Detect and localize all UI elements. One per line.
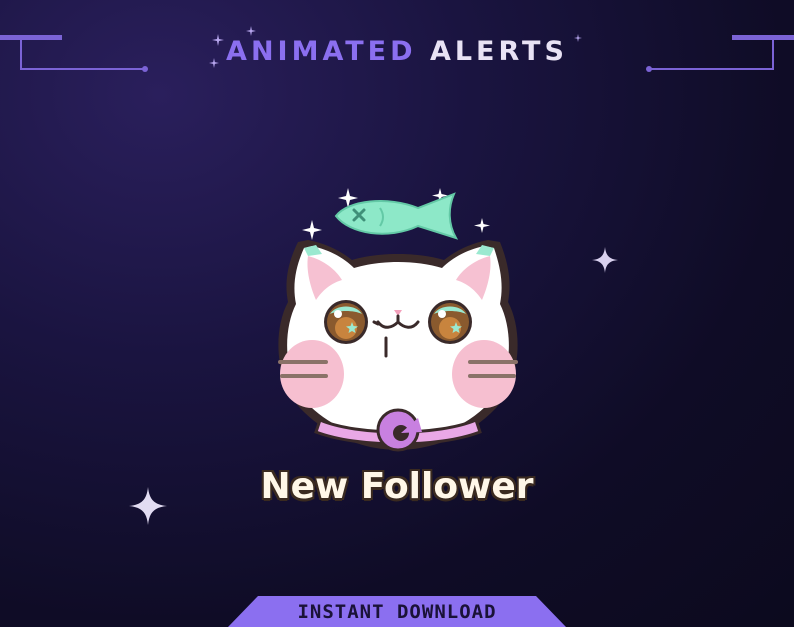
sparkle-icon [302,220,322,240]
sparkle-icon [246,26,256,36]
sparkle-icon [209,58,219,68]
fish-icon [334,192,459,240]
sparkle-icon [212,34,224,46]
header-title-word-alerts: ALERTS [429,36,568,67]
cat-mascot-icon [278,188,518,452]
frame-line-top-right-horizontal [650,68,774,70]
instant-download-label: INSTANT DOWNLOAD [297,601,497,623]
header-title-word-animated: ANIMATED [226,36,417,67]
sparkle-icon [474,218,490,233]
sparkle-icon [574,34,582,42]
header-title: ANIMATED ALERTS [0,36,794,67]
eye-right [428,300,472,344]
sparkle-icon [592,247,618,273]
eye-left [324,300,368,344]
alert-headline: New Follower [260,466,534,507]
frame-line-top-left-horizontal [20,68,145,70]
